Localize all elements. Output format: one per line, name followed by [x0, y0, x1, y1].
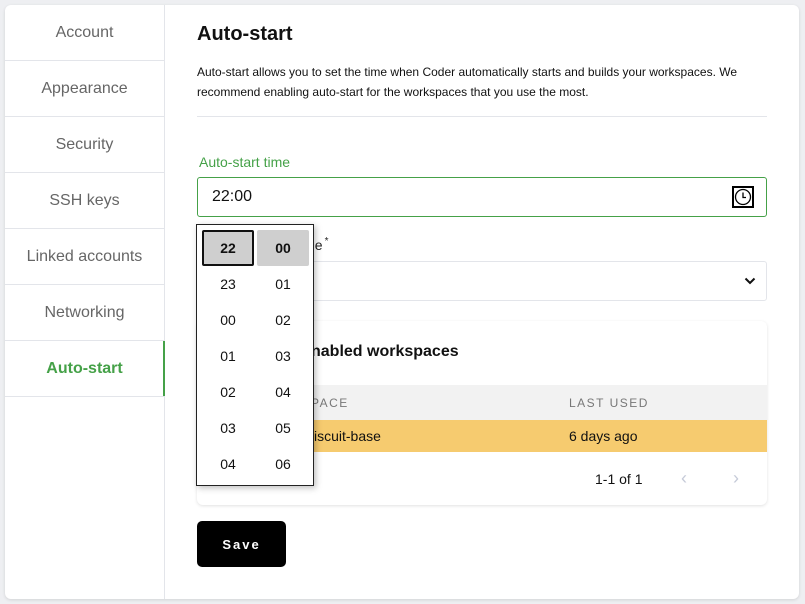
auto-start-time-label: Auto-start time: [199, 154, 291, 170]
minute-option[interactable]: 06: [257, 446, 309, 482]
sidebar-item-security[interactable]: Security: [5, 117, 164, 173]
pagination-range: 1-1 of 1: [595, 471, 643, 487]
sidebar-item-label: Linked accounts: [26, 247, 143, 265]
auto-start-time-input[interactable]: 22:00: [197, 177, 767, 217]
hour-option[interactable]: 22: [202, 230, 254, 266]
settings-sidebar: Account Appearance Security SSH keys Lin…: [5, 5, 165, 599]
sidebar-item-label: Account: [55, 23, 114, 41]
chevron-right-icon[interactable]: ›: [733, 468, 739, 489]
workspace-name: iscuit-base: [314, 428, 381, 444]
sidebar-item-label: SSH keys: [49, 191, 120, 209]
sidebar-item-ssh-keys[interactable]: SSH keys: [5, 173, 164, 229]
page-description: Auto-start allows you to set the time wh…: [197, 65, 738, 99]
column-header-last-used[interactable]: LAST USED: [569, 396, 649, 410]
page-title: Auto-start: [197, 23, 293, 45]
hour-option[interactable]: 01: [202, 338, 254, 374]
sidebar-item-account[interactable]: Account: [5, 5, 164, 61]
required-marker: *: [324, 236, 329, 247]
sidebar-item-label: Security: [55, 135, 114, 153]
time-value: 22:00: [212, 188, 253, 205]
minute-option[interactable]: 00: [257, 230, 309, 266]
hour-option[interactable]: 00: [202, 302, 254, 338]
hour-option[interactable]: 04: [202, 446, 254, 482]
minute-column[interactable]: 00 01 02 03 04 05 06: [257, 230, 309, 482]
settings-card: Account Appearance Security SSH keys Lin…: [5, 5, 799, 599]
auto-start-panel: Auto-start Auto-start allows you to set …: [197, 5, 767, 567]
minute-option[interactable]: 03: [257, 338, 309, 374]
hour-option[interactable]: 23: [202, 266, 254, 302]
minute-option[interactable]: 02: [257, 302, 309, 338]
sidebar-item-networking[interactable]: Networking: [5, 285, 164, 341]
divider: [197, 116, 767, 117]
hour-column[interactable]: 22 23 00 01 02 03 04: [202, 230, 254, 482]
sidebar-item-auto-start[interactable]: Auto-start: [5, 341, 165, 397]
sidebar-item-label: Networking: [44, 303, 125, 321]
clock-icon[interactable]: [732, 186, 754, 208]
sidebar-item-label: Appearance: [41, 79, 128, 97]
last-used-value: 6 days ago: [569, 428, 638, 444]
sidebar-item-appearance[interactable]: Appearance: [5, 61, 164, 117]
sidebar-item-label: Auto-start: [46, 359, 123, 377]
hour-option[interactable]: 02: [202, 374, 254, 410]
minute-option[interactable]: 04: [257, 374, 309, 410]
minute-option[interactable]: 01: [257, 266, 309, 302]
save-button[interactable]: Save: [197, 521, 286, 567]
minute-option[interactable]: 05: [257, 410, 309, 446]
sidebar-item-linked-accounts[interactable]: Linked accounts: [5, 229, 164, 285]
chevron-left-icon[interactable]: ‹: [681, 468, 687, 489]
hour-option[interactable]: 03: [202, 410, 254, 446]
chevron-down-icon: [744, 272, 756, 290]
column-header-workspace[interactable]: PACE: [311, 396, 349, 410]
time-picker-dropdown: 22 23 00 01 02 03 04 00 01 02 03 04 05 0…: [196, 224, 314, 486]
